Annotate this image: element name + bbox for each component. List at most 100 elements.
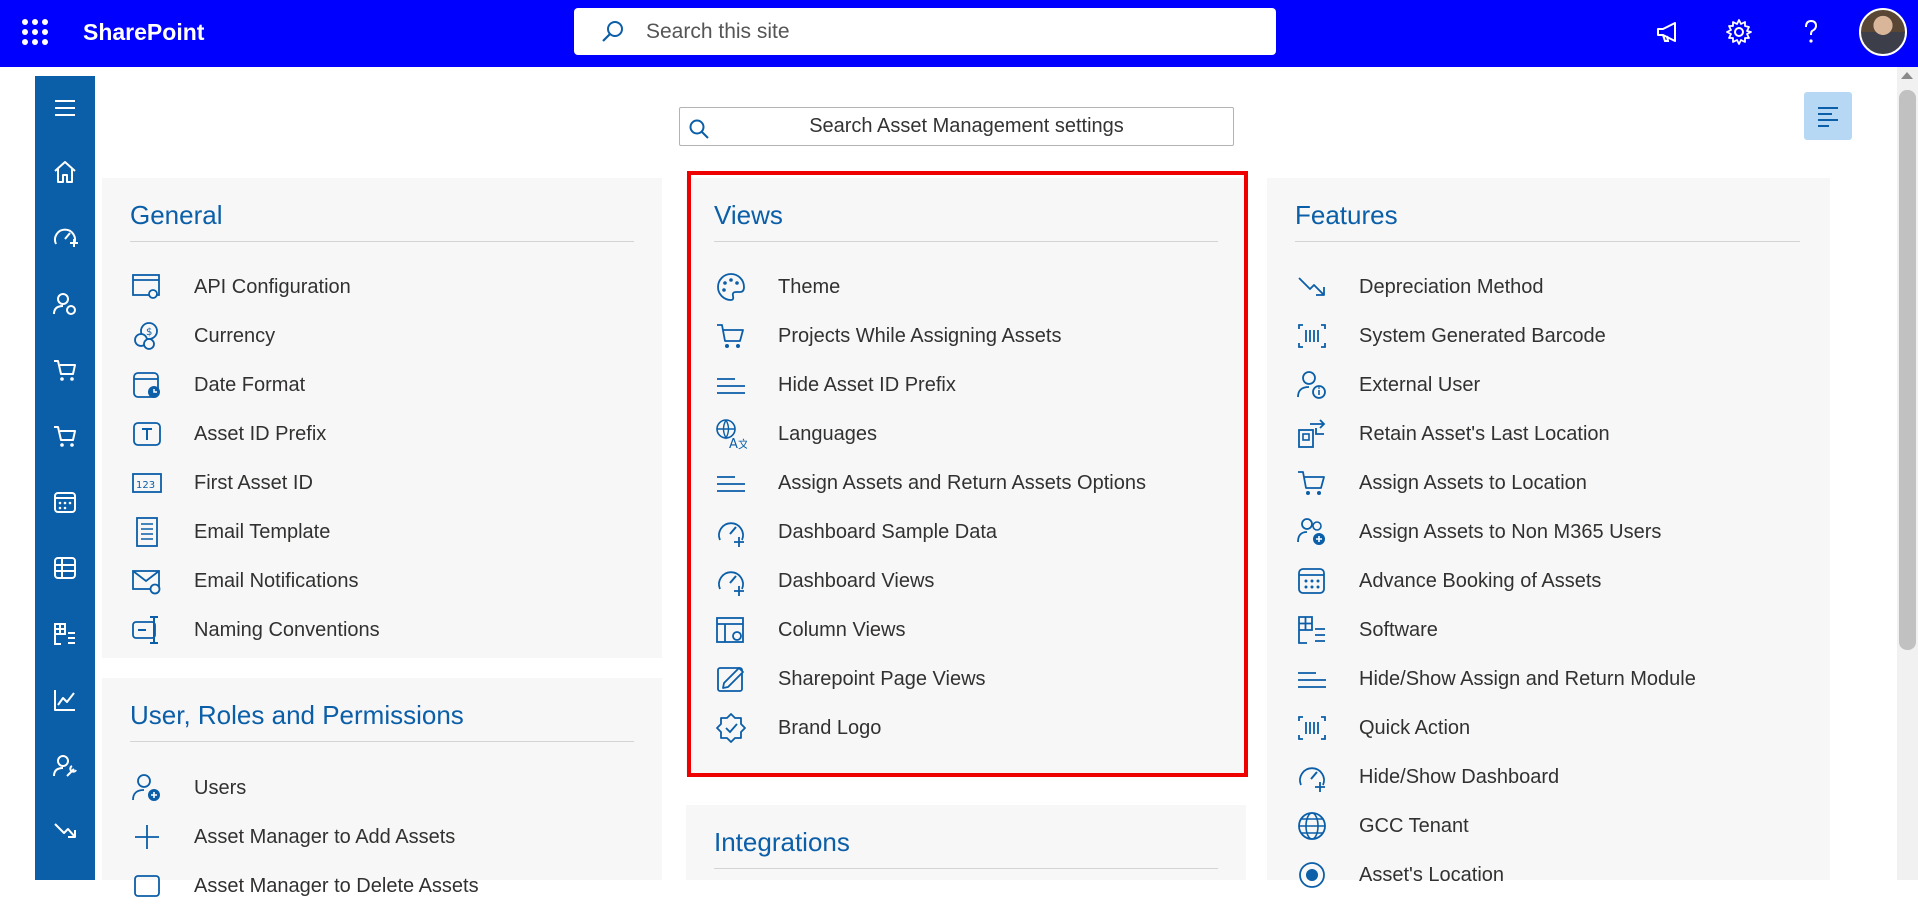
- item-label: Asset's Location: [1359, 863, 1505, 886]
- gear-icon[interactable]: [1721, 14, 1757, 50]
- item-label: Email Template: [194, 520, 331, 543]
- divider: [130, 241, 634, 242]
- barcode-icon: [1295, 319, 1329, 353]
- location-icon: [1295, 858, 1329, 892]
- features-item-non-m365-users[interactable]: Assign Assets to Non M365 Users: [1295, 512, 1661, 552]
- document-icon: [130, 515, 164, 549]
- plus-icon: [130, 820, 164, 854]
- general-item-first-asset-id[interactable]: 123 First Asset ID: [130, 463, 313, 503]
- delete-icon: [130, 869, 164, 903]
- number-icon: 123: [130, 466, 164, 500]
- item-label: Assign Assets to Non M365 Users: [1359, 520, 1662, 543]
- features-item-hide-show-dashboard[interactable]: Hide/Show Dashboard: [1295, 757, 1559, 797]
- users-title: User, Roles and Permissions: [130, 700, 464, 730]
- help-icon[interactable]: [1793, 14, 1829, 50]
- item-label: API Configuration: [194, 275, 351, 298]
- divider: [130, 741, 634, 742]
- search-icon: [689, 119, 709, 139]
- general-item-date-format[interactable]: Date Format: [130, 365, 305, 405]
- general-item-asset-id-prefix[interactable]: Asset ID Prefix: [130, 414, 326, 454]
- item-label: Hide/Show Dashboard: [1359, 765, 1560, 788]
- users-item-users[interactable]: Users: [130, 768, 246, 808]
- general-title: General: [130, 200, 223, 230]
- general-item-email-notifications[interactable]: Email Notifications: [130, 561, 359, 601]
- api-config-icon: [130, 270, 164, 304]
- general-item-email-template[interactable]: Email Template: [130, 512, 330, 552]
- features-item-advance-booking[interactable]: Advance Booking of Assets: [1295, 561, 1601, 601]
- general-panel: General API Configuration $ Currency Dat…: [102, 178, 662, 658]
- item-label: Users: [194, 776, 247, 799]
- search-icon: [602, 20, 623, 42]
- settings-search-box[interactable]: [679, 107, 1234, 146]
- features-item-depreciation[interactable]: Depreciation Method: [1295, 267, 1544, 307]
- integrations-title: Integrations: [714, 827, 850, 857]
- home-icon[interactable]: [35, 152, 95, 192]
- item-label: First Asset ID: [194, 471, 313, 494]
- site-search-box[interactable]: [574, 8, 1276, 55]
- short-text-icon: [1295, 662, 1329, 696]
- currency-icon: $: [130, 319, 164, 353]
- features-item-gcc-tenant[interactable]: GCC Tenant: [1295, 806, 1469, 846]
- line-chart-icon[interactable]: [35, 680, 95, 720]
- item-label: Assign Assets to Location: [1359, 471, 1587, 494]
- person-settings-icon[interactable]: [35, 284, 95, 324]
- gauge-add-icon: [1295, 760, 1329, 794]
- features-item-external-user[interactable]: External User: [1295, 365, 1480, 405]
- features-item-retain-location[interactable]: Retain Asset's Last Location: [1295, 414, 1610, 454]
- features-item-barcode[interactable]: System Generated Barcode: [1295, 316, 1606, 356]
- dashboard-gauge-icon[interactable]: [35, 218, 95, 258]
- views-highlight-frame: [687, 171, 1248, 777]
- general-item-api-configuration[interactable]: API Configuration: [130, 267, 351, 307]
- users-panel: User, Roles and Permissions Users Asset …: [102, 678, 662, 897]
- scroll-thumb[interactable]: [1899, 90, 1916, 650]
- cart-icon: [1295, 466, 1329, 500]
- features-item-hide-show-assign-return[interactable]: Hide/Show Assign and Return Module: [1295, 659, 1696, 699]
- item-label: Currency: [194, 324, 276, 347]
- item-label: Advance Booking of Assets: [1359, 569, 1602, 592]
- svg-text:$: $: [146, 327, 152, 338]
- scroll-up-arrow-icon[interactable]: [1901, 72, 1913, 79]
- features-item-asset-location[interactable]: Asset's Location: [1295, 855, 1504, 895]
- brand-name[interactable]: SharePoint: [83, 19, 204, 46]
- suite-bar: SharePoint: [0, 0, 1918, 67]
- location-transfer-icon: [1295, 417, 1329, 451]
- features-item-quick-action[interactable]: Quick Action: [1295, 708, 1470, 748]
- trend-down-icon: [1295, 270, 1329, 304]
- divider: [714, 868, 1218, 869]
- item-label: Date Format: [194, 373, 306, 396]
- site-search-input[interactable]: [646, 19, 1246, 44]
- menu-toggle-button[interactable]: [1804, 92, 1852, 140]
- globe-icon: [1295, 809, 1329, 843]
- text-align-icon: [1818, 107, 1838, 127]
- person-wrench-icon[interactable]: [35, 746, 95, 786]
- users-item-asset-manager-add[interactable]: Asset Manager to Add Assets: [130, 817, 455, 857]
- date-format-icon: [130, 368, 164, 402]
- hamburger-menu-icon[interactable]: [35, 88, 95, 128]
- table-icon[interactable]: [35, 548, 95, 588]
- barcode-icon: [1295, 711, 1329, 745]
- people-add-icon: [1295, 515, 1329, 549]
- item-label: Software: [1359, 618, 1438, 641]
- features-item-software[interactable]: Software: [1295, 610, 1438, 650]
- users-item-asset-manager-delete[interactable]: Asset Manager to Delete Assets: [130, 866, 479, 906]
- app-launcher-icon[interactable]: [22, 19, 48, 45]
- features-item-assign-location[interactable]: Assign Assets to Location: [1295, 463, 1587, 503]
- cart-icon[interactable]: [35, 350, 95, 390]
- item-label: Asset Manager to Delete Assets: [194, 874, 479, 897]
- item-label: System Generated Barcode: [1359, 324, 1606, 347]
- cart-icon[interactable]: [35, 416, 95, 456]
- calendar-icon[interactable]: [35, 482, 95, 522]
- settings-search-input[interactable]: [680, 115, 1233, 138]
- svg-text:123: 123: [136, 480, 155, 491]
- item-label: External User: [1359, 373, 1481, 396]
- item-label: Depreciation Method: [1359, 275, 1544, 298]
- trend-down-icon[interactable]: [35, 812, 95, 852]
- item-label: Email Notifications: [194, 569, 359, 592]
- grid-list-icon[interactable]: [35, 614, 95, 654]
- general-item-naming-conventions[interactable]: Naming Conventions: [130, 610, 380, 650]
- mail-settings-icon: [130, 564, 164, 598]
- general-item-currency[interactable]: $ Currency: [130, 316, 275, 356]
- item-label: GCC Tenant: [1359, 814, 1469, 837]
- megaphone-icon[interactable]: [1650, 14, 1686, 50]
- avatar[interactable]: [1859, 8, 1907, 56]
